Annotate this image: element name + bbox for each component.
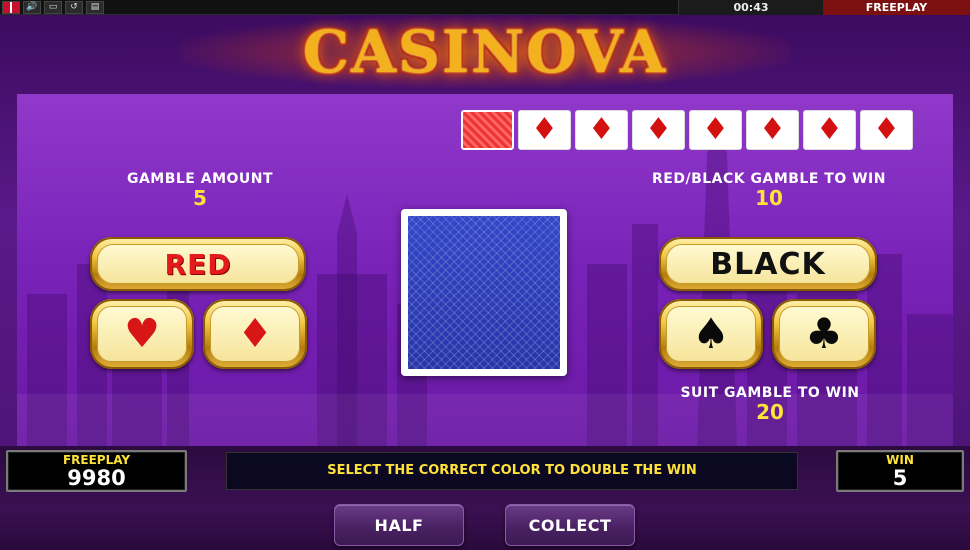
clubs-button[interactable]: ♣ (772, 299, 876, 369)
heart-icon: ♥ (124, 311, 160, 357)
message-box: SELECT THE CORRECT COLOR TO DOUBLE THE W… (226, 452, 798, 490)
balance-label: FREEPLAY (62, 453, 131, 467)
history-card-diamond: ♦ (860, 110, 913, 150)
red-button-label: RED (97, 244, 299, 284)
top-bar-icons: 🔊 ▭ ↺ ▤ (2, 1, 104, 14)
red-button[interactable]: RED (90, 237, 306, 291)
top-bar: 🔊 ▭ ↺ ▤ 00:43 FREEPLAY (0, 0, 970, 15)
gamble-amount-value: 5 (193, 186, 207, 210)
logo-text: CASINOVA (302, 18, 668, 86)
history-card-diamond: ♦ (746, 110, 799, 150)
collect-button[interactable]: COLLECT (505, 504, 635, 546)
game-logo: CASINOVA (180, 16, 790, 88)
fullscreen-icon[interactable]: ▭ (44, 1, 62, 14)
club-icon: ♣ (805, 309, 843, 358)
balance-box: FREEPLAY 9980 (6, 450, 187, 492)
half-button[interactable]: HALF (334, 504, 464, 546)
suit-gamble-value: 20 (756, 400, 784, 424)
gamble-amount-label: GAMBLE AMOUNT (126, 171, 274, 187)
win-box: WIN 5 (836, 450, 964, 492)
uk-flag-icon[interactable] (2, 1, 20, 14)
suit-gamble-label: SUIT GAMBLE TO WIN (680, 385, 860, 401)
speaker-icon[interactable]: 🔊 (23, 1, 41, 14)
help-icon[interactable]: ▤ (86, 1, 104, 14)
history-icon[interactable]: ↺ (65, 1, 83, 14)
history-card-diamond: ♦ (803, 110, 856, 150)
playing-card-back (401, 209, 567, 376)
history-card-diamond: ♦ (518, 110, 571, 150)
clock-time: 00:43 (678, 0, 823, 15)
hearts-button[interactable]: ♥ (90, 299, 194, 369)
diamonds-button[interactable]: ♦ (203, 299, 307, 369)
mode-label: FREEPLAY (823, 0, 970, 15)
spade-icon: ♠ (692, 309, 730, 358)
history-card-diamond: ♦ (632, 110, 685, 150)
history-card-diamond: ♦ (575, 110, 628, 150)
history-card-diamond: ♦ (689, 110, 742, 150)
color-gamble-label: RED/BLACK GAMBLE TO WIN (652, 171, 886, 187)
history-card-back (461, 110, 514, 150)
win-value: 5 (892, 466, 908, 490)
black-button[interactable]: BLACK (659, 237, 877, 291)
balance-value: 9980 (67, 466, 126, 490)
black-button-label: BLACK (666, 244, 870, 284)
color-gamble-value: 10 (755, 186, 783, 210)
card-history: ♦ ♦ ♦ ♦ ♦ ♦ ♦ (461, 110, 913, 150)
diamond-icon: ♦ (237, 311, 273, 357)
win-label: WIN (886, 453, 914, 467)
card-back-pattern (408, 216, 560, 369)
spades-button[interactable]: ♠ (659, 299, 763, 369)
